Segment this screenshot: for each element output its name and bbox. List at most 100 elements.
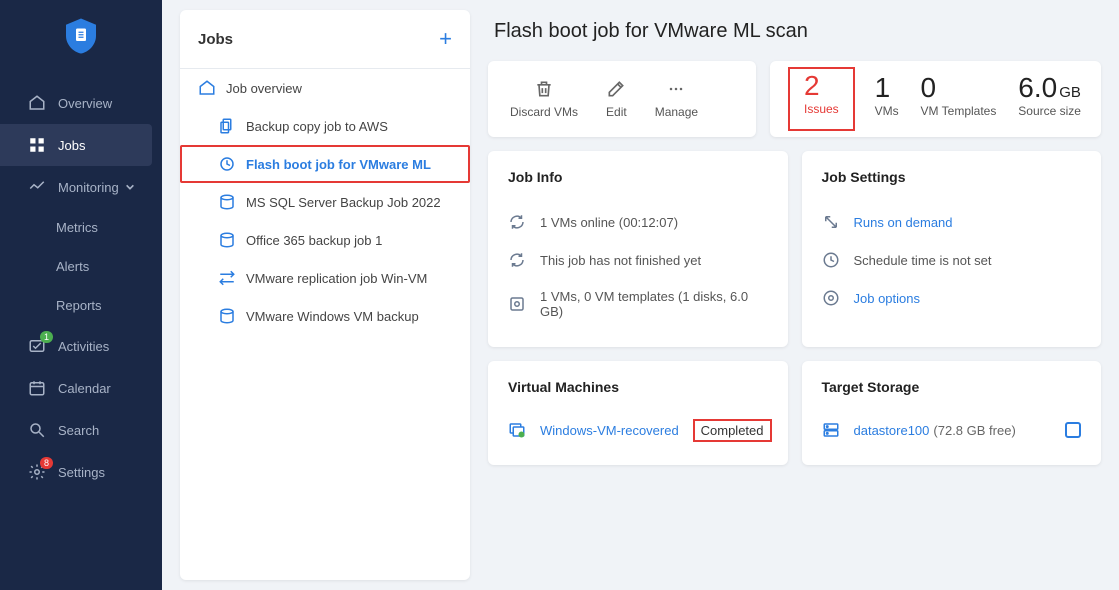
nav-calendar[interactable]: Calendar (0, 367, 162, 409)
grid-icon (28, 136, 46, 154)
logo (0, 18, 162, 82)
job-item[interactable]: VMware Windows VM backup (180, 297, 470, 335)
settings-row[interactable]: Job options (822, 279, 1082, 317)
job-label: Office 365 backup job 1 (246, 233, 382, 248)
job-label: Flash boot job for VMware ML (246, 157, 431, 172)
nav-label: Jobs (58, 138, 85, 153)
vms-card: Virtual Machines Windows-VM-recovered Co… (488, 361, 788, 465)
nav-reports[interactable]: Reports (0, 286, 162, 325)
chart-icon (28, 178, 46, 196)
nav-search[interactable]: Search (0, 409, 162, 451)
storage-card: Target Storage datastore100 (72.8 GB fre… (802, 361, 1102, 465)
run-icon (822, 213, 840, 231)
stat-label: VMs (875, 104, 899, 118)
refresh-icon (508, 213, 526, 231)
settings-text: Schedule time is not set (854, 253, 992, 268)
trash-icon (534, 79, 554, 99)
job-item[interactable]: Office 365 backup job 1 (180, 221, 470, 259)
main-content: Flash boot job for VMware ML scan Discar… (482, 0, 1119, 590)
disk-icon (508, 295, 526, 313)
nav-label: Metrics (56, 220, 98, 235)
job-label: VMware Windows VM backup (246, 309, 419, 324)
nav-metrics[interactable]: Metrics (0, 208, 162, 247)
job-settings-card: Job Settings Runs on demand Schedule tim… (802, 151, 1102, 347)
nav-label: Monitoring (58, 180, 119, 195)
dots-icon (666, 79, 686, 99)
chevron-down-icon (125, 180, 135, 195)
info-text: 1 VMs, 0 VM templates (1 disks, 6.0 GB) (540, 289, 768, 319)
nav-label: Alerts (56, 259, 89, 274)
stat-templates: 0 VM Templates (921, 73, 997, 125)
stat-label: VM Templates (921, 104, 997, 118)
manage-button[interactable]: Manage (641, 75, 712, 123)
job-info-card: Job Info 1 VMs online (00:12:07) This jo… (488, 151, 788, 347)
storage-icon (822, 421, 840, 439)
nav-overview[interactable]: Overview (0, 82, 162, 124)
nav-monitoring[interactable]: Monitoring (0, 166, 162, 208)
page-title: Flash boot job for VMware ML scan (488, 12, 1101, 61)
vm-row[interactable]: Windows-VM-recovered Completed (508, 413, 768, 447)
edit-icon (606, 79, 626, 99)
home-icon (198, 79, 216, 97)
info-text: 1 VMs online (00:12:07) (540, 215, 678, 230)
nav-settings[interactable]: 8 Settings (0, 451, 162, 493)
vm-icon (508, 421, 526, 439)
info-text: This job has not finished yet (540, 253, 701, 268)
nav-label: Search (58, 423, 99, 438)
job-label: Backup copy job to AWS (246, 119, 388, 134)
action-label: Discard VMs (510, 105, 578, 119)
stat-issues[interactable]: 2 Issues (790, 69, 853, 129)
nav-activities[interactable]: 1 Activities (0, 325, 162, 367)
stat-num: 6.0GB (1018, 73, 1081, 104)
nav-alerts[interactable]: Alerts (0, 247, 162, 286)
job-item[interactable]: VMware replication job Win-VM (180, 259, 470, 297)
job-item-selected[interactable]: Flash boot job for VMware ML (180, 145, 470, 183)
card-title: Virtual Machines (508, 379, 768, 395)
job-item[interactable]: MS SQL Server Backup Job 2022 (180, 183, 470, 221)
settings-row[interactable]: Runs on demand (822, 203, 1082, 241)
storage-name: datastore100 (854, 423, 930, 438)
vm-name: Windows-VM-recovered (540, 423, 679, 438)
actions-card: Discard VMs Edit Manage (488, 61, 756, 137)
card-title: Target Storage (822, 379, 1082, 395)
backup-icon (218, 307, 236, 325)
shield-icon (66, 18, 96, 54)
stat-num: 1 (875, 73, 891, 104)
stat-num: 2 (804, 71, 820, 102)
storage-free: (72.8 GB free) (933, 423, 1015, 438)
action-label: Manage (655, 105, 698, 119)
job-item[interactable]: Backup copy job to AWS (180, 107, 470, 145)
replication-icon (218, 269, 236, 287)
settings-text: Job options (854, 291, 921, 306)
add-job-button[interactable]: + (439, 26, 452, 52)
edit-button[interactable]: Edit (592, 75, 641, 123)
jobs-header: Jobs + (180, 10, 470, 69)
nav-label: Calendar (58, 381, 111, 396)
settings-row: Schedule time is not set (822, 241, 1082, 279)
stat-label: Issues (804, 102, 839, 116)
main-sidebar: Overview Jobs Monitoring Metrics Alerts … (0, 0, 162, 590)
nav-jobs[interactable]: Jobs (0, 124, 152, 166)
settings-text: Runs on demand (854, 215, 953, 230)
badge: 8 (40, 457, 53, 469)
storage-checkbox[interactable] (1065, 422, 1081, 438)
card-title: Job Settings (822, 169, 1082, 185)
card-title: Job Info (508, 169, 768, 185)
search-icon (28, 421, 46, 439)
job-overview[interactable]: Job overview (180, 69, 470, 107)
nav-label: Settings (58, 465, 105, 480)
job-label: VMware replication job Win-VM (246, 271, 427, 286)
jobs-title: Jobs (198, 31, 233, 48)
nav-label: Activities (58, 339, 109, 354)
home-icon (28, 94, 46, 112)
storage-row[interactable]: datastore100 (72.8 GB free) (822, 413, 1082, 447)
options-icon (822, 289, 840, 307)
nav-label: Reports (56, 298, 102, 313)
info-row: 1 VMs, 0 VM templates (1 disks, 6.0 GB) (508, 279, 768, 329)
job-label: Job overview (226, 81, 302, 96)
discard-button[interactable]: Discard VMs (496, 75, 592, 123)
clock-icon (822, 251, 840, 269)
info-row: 1 VMs online (00:12:07) (508, 203, 768, 241)
flash-icon (218, 155, 236, 173)
backup-icon (218, 193, 236, 211)
